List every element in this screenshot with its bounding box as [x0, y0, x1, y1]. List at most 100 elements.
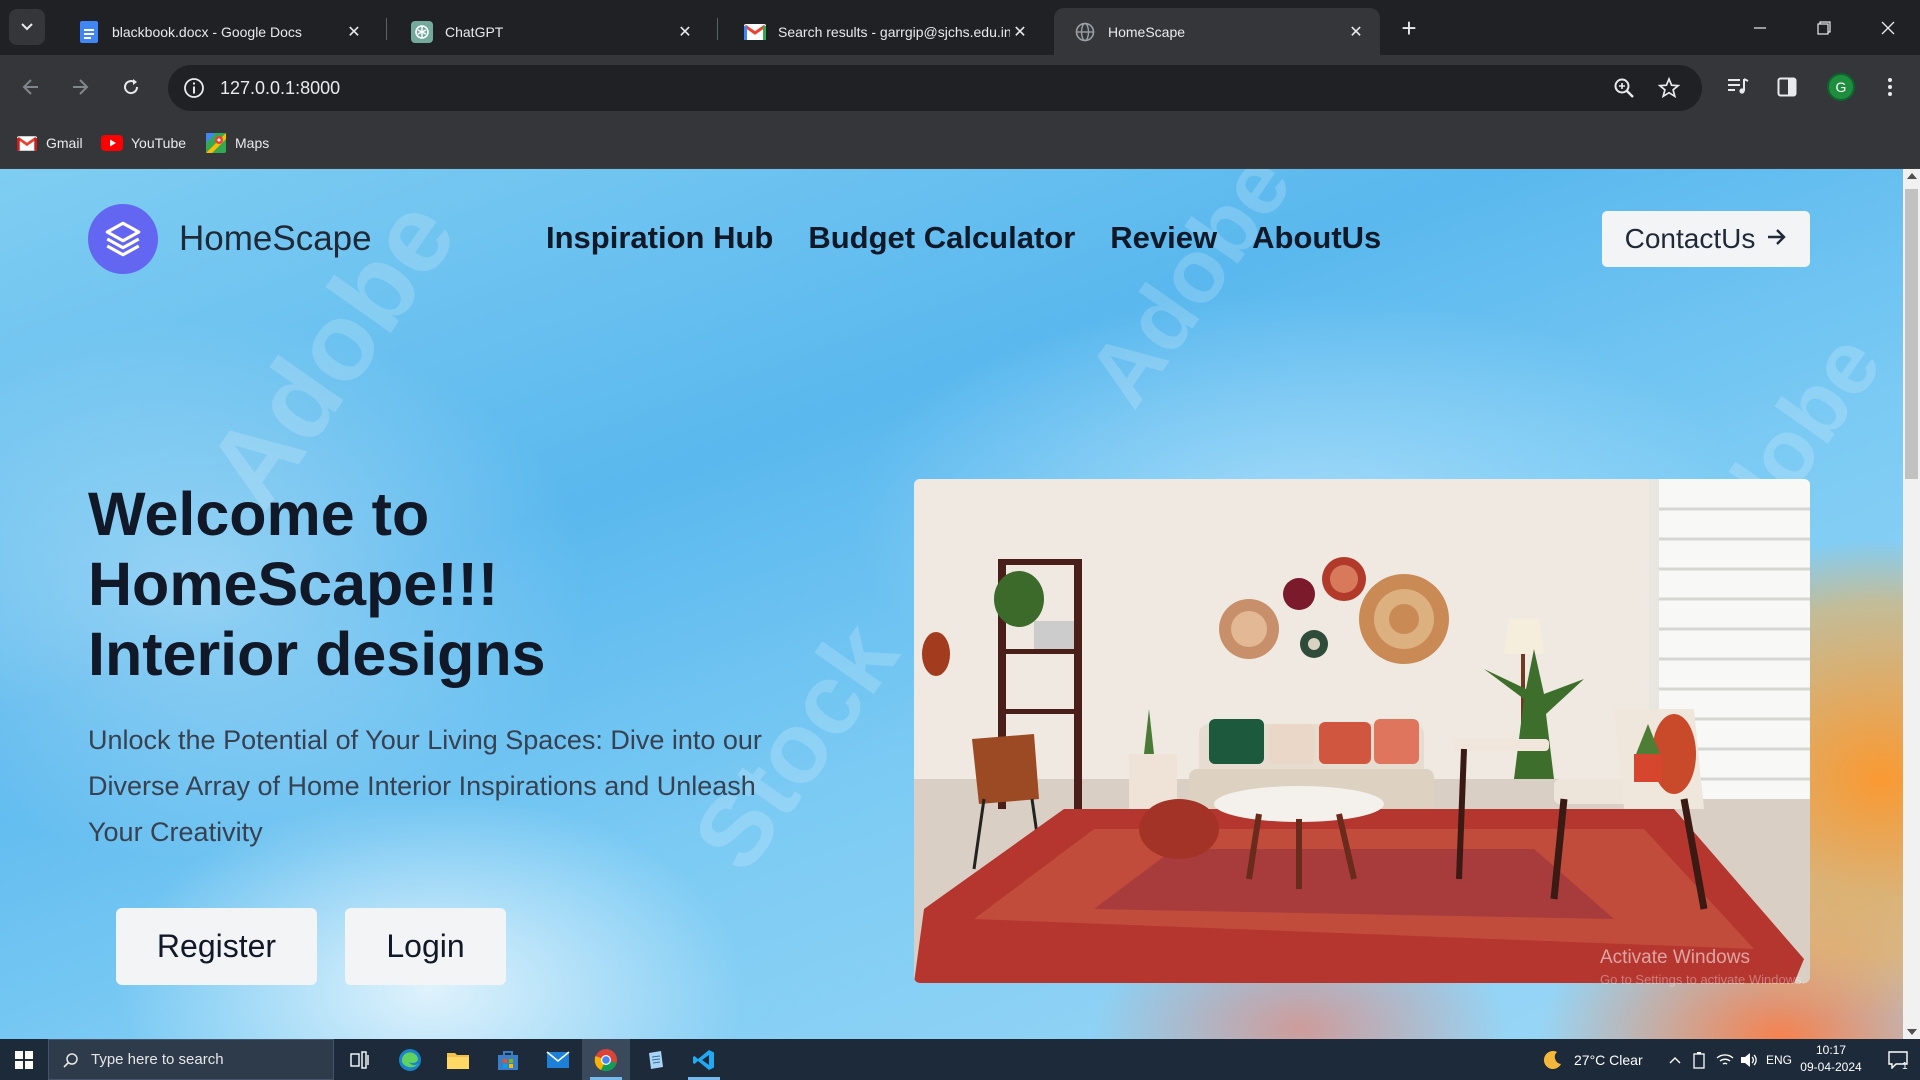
start-button[interactable]	[0, 1039, 48, 1080]
maps-icon	[205, 132, 227, 154]
close-tab-icon[interactable]: ✕	[344, 22, 364, 42]
taskbar-chrome[interactable]	[582, 1039, 630, 1080]
action-center-button[interactable]: 1	[1876, 1039, 1920, 1080]
task-view-button[interactable]	[336, 1039, 384, 1080]
taskbar-notepad[interactable]	[632, 1039, 680, 1080]
nav-budget-calculator[interactable]: Budget Calculator	[808, 220, 1075, 256]
reload-icon	[124, 79, 139, 95]
nav-about-us[interactable]: AboutUs	[1252, 220, 1381, 256]
close-tab-icon[interactable]: ✕	[1010, 22, 1030, 42]
restore-button[interactable]	[1792, 0, 1856, 55]
gmail-icon	[744, 21, 766, 43]
address-bar[interactable]: 127.0.0.1:8000	[168, 65, 1702, 111]
youtube-icon	[101, 132, 123, 154]
gmail-icon	[16, 132, 38, 154]
bookmark-gmail[interactable]: Gmail	[16, 128, 83, 158]
main-nav: Inspiration Hub Budget Calculator Review…	[546, 220, 1381, 256]
clock-date: 09-04-2024	[1800, 1060, 1862, 1074]
tab-separator	[386, 18, 387, 40]
back-button[interactable]	[13, 69, 49, 105]
chevron-down-icon	[21, 23, 33, 31]
contact-us-button[interactable]: ContactUs	[1602, 211, 1810, 267]
brand-name[interactable]: HomeScape	[179, 219, 372, 259]
hero-title-line: Welcome to	[88, 480, 430, 548]
tray-volume[interactable]	[1740, 1039, 1758, 1080]
task-view-icon	[350, 1050, 369, 1069]
forward-button[interactable]	[62, 69, 98, 105]
page-scrollbar[interactable]	[1903, 169, 1920, 1039]
tab-title: blackbook.docx - Google Docs	[112, 23, 302, 40]
nav-inspiration-hub[interactable]: Inspiration Hub	[546, 220, 773, 256]
bookmark-youtube[interactable]: YouTube	[101, 128, 186, 158]
scrollbar-thumb[interactable]	[1905, 189, 1918, 479]
url-text[interactable]: 127.0.0.1:8000	[220, 78, 340, 99]
browser-toolbar: 127.0.0.1:8000 G	[0, 55, 1920, 120]
show-hidden-icons[interactable]	[1668, 1039, 1682, 1080]
tray-language[interactable]: ENG	[1766, 1039, 1792, 1080]
tab-gmail[interactable]: Search results - garrgip@sjchs.edu.in - …	[724, 8, 1044, 55]
restore-icon	[1817, 20, 1831, 35]
chrome-icon	[594, 1048, 617, 1071]
tab-title: ChatGPT	[445, 23, 504, 40]
weather-widget[interactable]: 27°C Clear	[1542, 1039, 1643, 1080]
activate-windows-subtext: Go to Settings to activate Windows.	[1600, 972, 1806, 987]
page-viewport: Adobe Adobe Stock Adobe HomeScape Inspir…	[0, 169, 1903, 1039]
login-button[interactable]: Login	[345, 908, 506, 985]
taskbar-search-box[interactable]: Type here to search	[48, 1039, 334, 1080]
speaker-icon	[1741, 1052, 1757, 1067]
windows-logo-icon	[15, 1050, 33, 1069]
zoom-icon[interactable]	[1611, 75, 1637, 101]
vscode-icon	[693, 1049, 714, 1070]
new-tab-button[interactable]: +	[1394, 13, 1424, 43]
hero-subtitle: Unlock the Potential of Your Living Spac…	[88, 725, 762, 847]
media-control-icon[interactable]	[1723, 72, 1753, 102]
bookmark-maps[interactable]: Maps	[205, 128, 269, 158]
tab-homescape[interactable]: HomeScape ✕	[1054, 8, 1380, 55]
close-tab-icon[interactable]: ✕	[675, 22, 695, 42]
taskbar-clock[interactable]: 10:17 09-04-2024	[1796, 1042, 1866, 1076]
chatgpt-icon	[411, 20, 433, 43]
scroll-down-arrow-icon[interactable]	[1907, 1029, 1917, 1035]
hero-title: Welcome to HomeScape!!! Interior designs	[88, 479, 808, 689]
taskbar-mail[interactable]	[534, 1039, 582, 1080]
hero-title-line: HomeScape!!!	[88, 550, 499, 618]
tray-device-icon[interactable]	[1692, 1039, 1706, 1080]
tab-title: HomeScape	[1108, 23, 1186, 40]
activate-windows-text: Activate Windows	[1600, 947, 1750, 968]
nav-review[interactable]: Review	[1110, 220, 1217, 256]
taskbar-store[interactable]	[484, 1039, 532, 1080]
site-info-icon[interactable]	[182, 76, 206, 100]
profile-avatar[interactable]: G	[1827, 73, 1855, 101]
taskbar-edge[interactable]	[386, 1039, 434, 1080]
bookmark-star-icon[interactable]	[1656, 75, 1682, 101]
reload-button[interactable]	[113, 69, 149, 105]
google-docs-icon	[78, 20, 100, 43]
tab-strip: blackbook.docx - Google Docs ✕ ChatGPT ✕…	[0, 0, 1920, 55]
chevron-up-icon	[1669, 1056, 1681, 1063]
search-placeholder: Type here to search	[91, 1051, 224, 1068]
taskbar-file-explorer[interactable]	[434, 1039, 482, 1080]
tab-google-docs[interactable]: blackbook.docx - Google Docs ✕	[58, 8, 378, 55]
windows-taskbar: Type here to search 27°C Clear ENG 10:17…	[0, 1039, 1920, 1080]
hero-title-line: Interior designs	[88, 620, 546, 688]
logo[interactable]	[88, 204, 158, 274]
tab-title: Search results - garrgip@sjchs.edu.in - …	[778, 23, 1010, 40]
minimize-button[interactable]	[1728, 0, 1792, 55]
mail-icon	[546, 1050, 570, 1068]
close-tab-icon[interactable]: ✕	[1346, 22, 1366, 42]
search-icon	[63, 1052, 78, 1068]
bookmark-label: Gmail	[46, 135, 83, 151]
tab-chatgpt[interactable]: ChatGPT ✕	[391, 8, 709, 55]
taskbar-vscode[interactable]	[680, 1039, 728, 1080]
bookmarks-bar: Gmail YouTube Maps	[0, 120, 1920, 169]
tab-search-button[interactable]	[9, 9, 45, 45]
close-window-button[interactable]	[1856, 0, 1920, 55]
bookmark-label: Maps	[235, 135, 270, 151]
globe-icon	[1074, 21, 1096, 43]
register-button[interactable]: Register	[116, 908, 317, 985]
moon-icon	[1543, 1050, 1561, 1069]
side-panel-icon[interactable]	[1772, 72, 1802, 102]
more-menu-icon[interactable]	[1875, 72, 1905, 102]
tray-network[interactable]	[1716, 1039, 1734, 1080]
scroll-up-arrow-icon[interactable]	[1907, 173, 1917, 179]
